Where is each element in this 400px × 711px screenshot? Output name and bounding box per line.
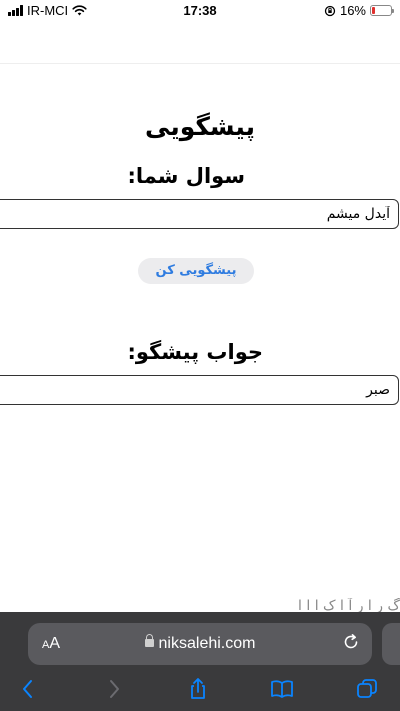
question-input[interactable]: [0, 199, 399, 229]
page-title: پیشگویی: [145, 112, 255, 141]
address-bar[interactable]: AA niksalehi.com: [28, 623, 372, 665]
answer-field: صبر: [0, 375, 399, 405]
battery-percent: 16%: [339, 3, 366, 18]
lock-icon: [144, 634, 154, 647]
status-right: 16%: [324, 3, 394, 18]
back-icon[interactable]: [16, 677, 40, 701]
bookmarks-icon[interactable]: [270, 677, 294, 701]
reload-icon[interactable]: [342, 633, 360, 651]
footer-text: گ ر ا ر آ ا ک ا ا ا: [298, 598, 400, 612]
status-bar: IR-MCI 17:38 16%: [0, 0, 400, 22]
battery-icon: [370, 5, 394, 16]
page-content: پیشگویی سوال شما: پیشگویی کن جواب پیشگو:…: [0, 66, 400, 612]
question-label: سوال شما:: [127, 164, 245, 188]
forward-icon[interactable]: [102, 677, 126, 701]
share-icon[interactable]: [186, 677, 210, 701]
url-display[interactable]: niksalehi.com: [28, 634, 372, 653]
top-bar: [0, 22, 400, 64]
browser-toolbar: [0, 674, 400, 704]
url-text: niksalehi.com: [158, 635, 256, 652]
answer-label: جواب پیشگو:: [127, 340, 263, 364]
next-tab-preview[interactable]: [382, 623, 400, 665]
predict-button[interactable]: پیشگویی کن: [138, 258, 254, 284]
tabs-icon[interactable]: [355, 677, 379, 701]
browser-chrome: AA niksalehi.com: [0, 612, 400, 711]
orientation-lock-icon: [324, 5, 336, 16]
